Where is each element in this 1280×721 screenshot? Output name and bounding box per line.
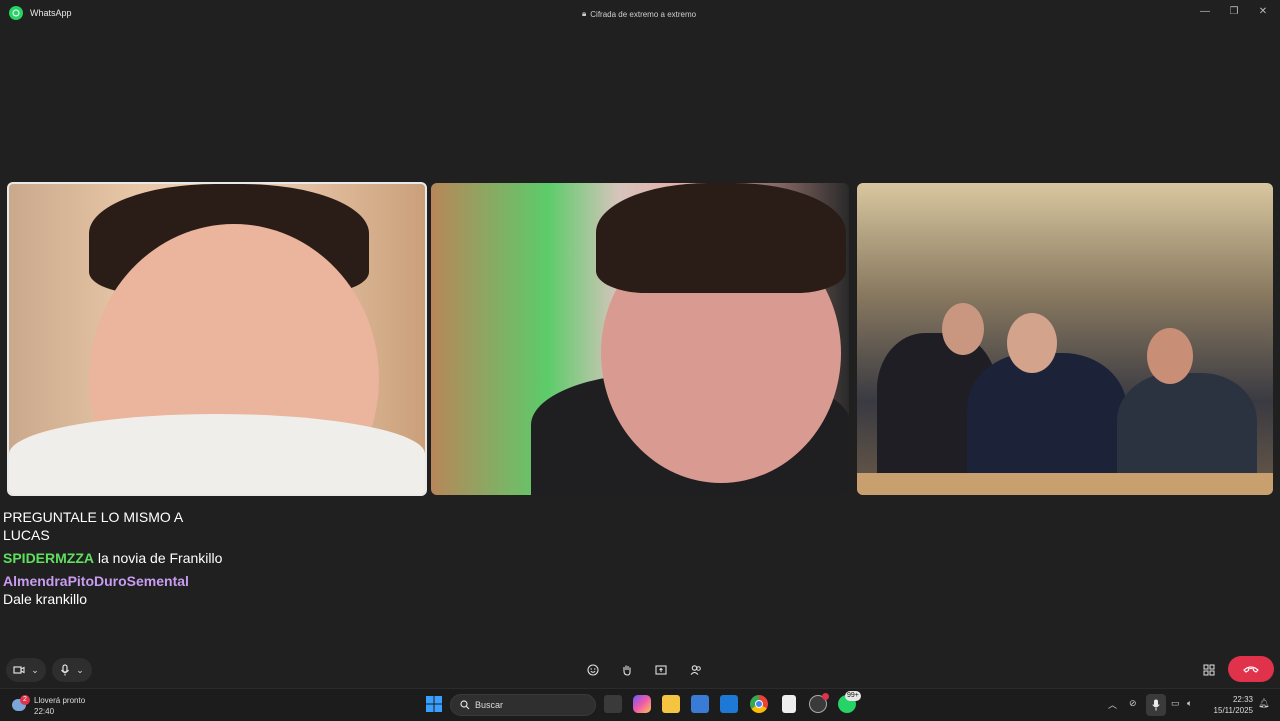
taskbar-search[interactable]: Buscar — [450, 694, 596, 716]
app-name: WhatsApp — [30, 8, 72, 18]
title-bar: WhatsApp 🔒︎ Cifrada de extremo a extremo… — [0, 0, 1280, 28]
chat-text: PREGUNTALE LO MISMO A LUCAS — [3, 509, 183, 543]
notification-badge: 99+ — [845, 691, 861, 701]
emoji-icon — [587, 664, 599, 676]
video-content — [1147, 328, 1193, 384]
chevron-up-icon[interactable]: ︿ — [1108, 698, 1117, 711]
chat-text: Dale krankillo — [3, 591, 88, 607]
video-content — [9, 414, 425, 494]
encryption-status: 🔒︎ Cifrada de extremo a extremo — [582, 9, 696, 19]
volume-icon[interactable]: 🔈︎ — [1187, 698, 1192, 709]
call-controls: ⌄ ⌄ — [0, 652, 1280, 688]
chevron-down-icon: ⌄ — [76, 664, 84, 675]
weather-text: Lloverá pronto 22:40 — [34, 695, 85, 717]
reactions-button[interactable] — [582, 658, 604, 682]
app-icon[interactable] — [809, 693, 829, 713]
video-content — [1007, 313, 1057, 373]
participant-video-3[interactable] — [857, 183, 1273, 495]
windows-start-icon[interactable] — [425, 695, 443, 713]
clock-date: 15/11/2025 — [1213, 706, 1253, 715]
notification-badge: 2 — [20, 695, 30, 705]
chat-username: AlmendraPitoDuroSemental — [3, 573, 189, 589]
video-content — [942, 303, 984, 355]
close-button[interactable]: ✕ — [1250, 4, 1276, 18]
chat-message: AlmendraPitoDuroSemental Dale krankillo — [3, 572, 223, 608]
layout-button[interactable] — [1198, 658, 1220, 682]
layout-icon — [1203, 664, 1215, 676]
whatsapp-taskbar-icon[interactable]: 99+ — [838, 691, 861, 713]
raise-hand-button[interactable] — [616, 658, 638, 682]
mic-icon — [1152, 699, 1160, 711]
mic-tray-button[interactable] — [1146, 694, 1166, 716]
lock-icon: 🔒︎ — [582, 9, 587, 18]
camera-toggle-button[interactable]: ⌄ — [6, 658, 46, 682]
document-icon[interactable] — [782, 695, 796, 713]
taskbar: 2 Lloverá pronto 22:40 Buscar 99+ ︿ ⊘ ▭ … — [0, 688, 1280, 721]
add-participant-button[interactable] — [685, 658, 707, 682]
file-explorer-icon[interactable] — [662, 695, 680, 713]
chat-username: SPIDERMZZA — [3, 550, 94, 566]
share-screen-button[interactable] — [650, 658, 672, 682]
search-placeholder: Buscar — [475, 700, 504, 710]
video-content — [967, 353, 1127, 493]
task-view-icon[interactable] — [604, 695, 622, 713]
whatsapp-logo-icon — [9, 6, 23, 20]
notifications-icon[interactable]: 🔔︎ — [1258, 698, 1269, 709]
chevron-down-icon: ⌄ — [31, 664, 39, 675]
encryption-label: Cifrada de extremo a extremo — [590, 9, 697, 19]
clock-time: 22:33 — [1232, 695, 1253, 704]
mic-icon — [61, 664, 70, 676]
copilot-icon[interactable] — [633, 695, 651, 713]
eye-off-icon[interactable]: ⊘ — [1129, 698, 1137, 709]
share-screen-icon — [655, 665, 667, 675]
maximize-button[interactable]: ❐ — [1221, 4, 1247, 18]
system-clock[interactable]: 22:33 15/11/2025 — [1205, 694, 1253, 716]
end-call-icon — [1243, 666, 1259, 673]
network-icon[interactable]: ▭ — [1171, 698, 1180, 709]
camera-icon — [13, 666, 25, 674]
participant-video-1[interactable] — [7, 182, 427, 496]
weather-label: Lloverá pronto — [34, 696, 86, 705]
raise-hand-icon — [623, 665, 631, 676]
chat-message: SPIDERMZZA la novia de Frankillo — [3, 549, 223, 567]
chat-message: PREGUNTALE LO MISMO A LUCAS — [3, 508, 223, 544]
search-icon — [460, 700, 470, 710]
end-call-button[interactable] — [1228, 656, 1274, 682]
microsoft-store-icon[interactable] — [691, 695, 709, 713]
minimize-button[interactable]: — — [1192, 4, 1218, 18]
participant-video-2[interactable] — [431, 183, 849, 495]
add-participant-icon — [690, 665, 701, 675]
chrome-icon[interactable] — [750, 695, 768, 713]
chat-text: la novia de Frankillo — [97, 550, 223, 566]
chat-overlay: PREGUNTALE LO MISMO A LUCAS SPIDERMZZA l… — [3, 508, 223, 613]
weather-time: 22:40 — [34, 707, 55, 716]
weather-widget[interactable]: 2 Lloverá pronto 22:40 — [12, 693, 102, 717]
mail-icon[interactable] — [720, 695, 738, 713]
video-content — [596, 183, 846, 293]
mic-toggle-button[interactable]: ⌄ — [52, 658, 92, 682]
video-content — [857, 473, 1273, 495]
